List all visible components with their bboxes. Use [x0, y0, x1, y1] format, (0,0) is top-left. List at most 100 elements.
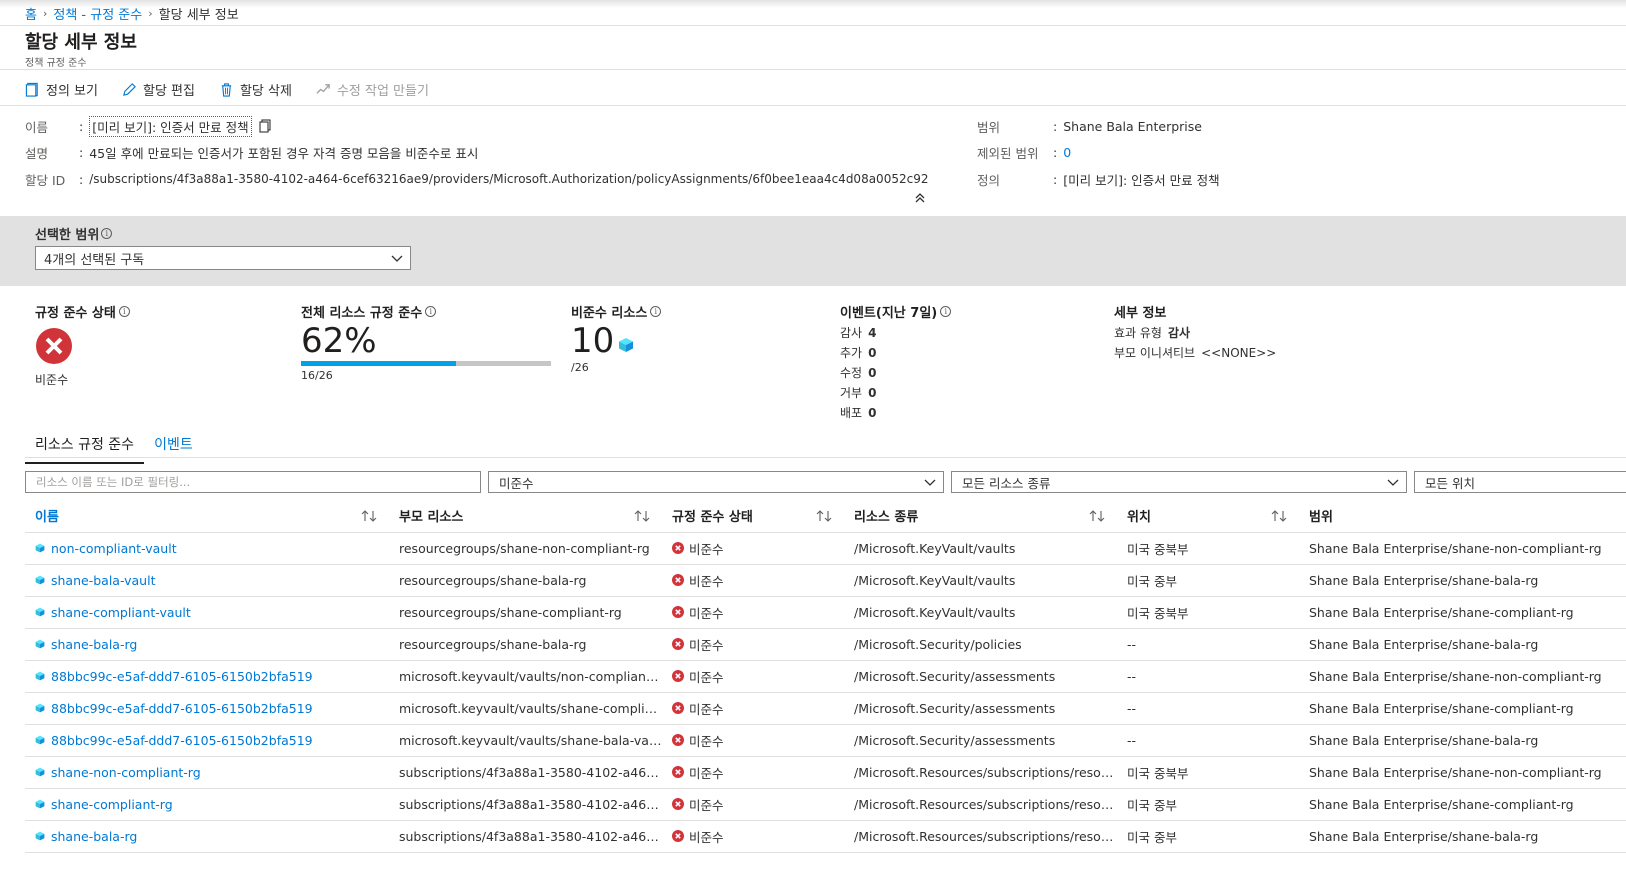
remediation-icon: [316, 83, 330, 94]
cell-state: 비준수: [662, 564, 844, 597]
resource-link[interactable]: 88bbc99c-e5af-ddd7-6105-6150b2bfa519: [35, 701, 389, 716]
table-row[interactable]: shane-bala-rg subscriptions/4f3a88a1-3580…: [25, 820, 1626, 853]
resource-link[interactable]: shane-compliant-rg: [35, 797, 389, 812]
column-header-state[interactable]: 규정 준수 상태: [662, 500, 844, 533]
cell-location: --: [1117, 724, 1299, 757]
event-label: 거부: [840, 386, 863, 400]
table-row[interactable]: 88bbc99c-e5af-ddd7-6105-6150b2bfa519 micr…: [25, 692, 1626, 725]
events-list: 감사 4 추가 0 수정 0 거부 0 배포 0: [840, 323, 951, 423]
table-row[interactable]: shane-non-compliant-rg subscriptions/4f3a…: [25, 756, 1626, 789]
overall-compliance-title: 전체 리소스 규정 준수 i: [301, 302, 551, 321]
table-row[interactable]: 88bbc99c-e5af-ddd7-6105-6150b2bfa519 micr…: [25, 660, 1626, 693]
resource-link[interactable]: shane-bala-rg: [35, 637, 389, 652]
resource-filter-input[interactable]: 리소스 이름 또는 ID로 필터링...: [25, 471, 481, 493]
resource-cube-icon: [35, 575, 45, 585]
cell-name: 88bbc99c-e5af-ddd7-6105-6150b2bfa519: [25, 660, 389, 693]
column-header-type[interactable]: 리소스 종류: [844, 500, 1117, 533]
column-header-location[interactable]: 위치: [1117, 500, 1299, 533]
resource-link[interactable]: shane-non-compliant-rg: [35, 765, 389, 780]
info-icon[interactable]: i: [118, 306, 130, 317]
cell-type: /Microsoft.KeyVault/vaults: [844, 564, 1117, 597]
error-icon: [672, 734, 684, 746]
breadcrumb-policy-compliance[interactable]: 정책 - 규정 준수: [53, 4, 142, 23]
cell-parent: subscriptions/4f3a88a1-3580-4102-a464-6c…: [389, 820, 662, 853]
copy-icon[interactable]: [258, 119, 272, 133]
excluded-scopes-link[interactable]: 0: [1063, 145, 1071, 160]
table-row[interactable]: shane-bala-vault resourcegroups/shane-bal…: [25, 564, 1626, 597]
column-header-parent[interactable]: 부모 리소스: [389, 500, 662, 533]
info-icon[interactable]: i: [940, 306, 952, 317]
collapse-chevron-icon[interactable]: [913, 192, 927, 204]
breadcrumb-home[interactable]: 홈: [25, 4, 37, 23]
assignment-name-value[interactable]: [미리 보기]: 인증서 만료 정책: [89, 115, 252, 137]
resource-link[interactable]: non-compliant-vault: [35, 541, 389, 556]
cell-name: shane-bala-vault: [25, 564, 389, 597]
compliance-status-text: 미준수: [689, 765, 724, 781]
cell-location: 미국 중북부: [1117, 756, 1299, 789]
tab-events[interactable]: 이벤트: [144, 430, 203, 464]
edit-assignment-button[interactable]: 할당 편집: [122, 80, 195, 99]
resource-name: shane-non-compliant-rg: [51, 764, 201, 780]
location-filter[interactable]: 모든 위치: [1414, 471, 1626, 493]
info-icon[interactable]: i: [425, 306, 437, 317]
scope-dropdown-value: 4개의 선택된 구독: [44, 252, 145, 268]
table-body: non-compliant-vault resourcegroups/shane-…: [25, 532, 1626, 853]
event-modify-row: 수정 0: [840, 363, 951, 383]
cell-type: /Microsoft.Resources/subscriptions/resou…: [844, 788, 1117, 821]
sort-icon[interactable]: [1271, 509, 1287, 523]
colon: :: [1053, 144, 1058, 160]
compliance-progress-fill: [301, 361, 456, 366]
cell-parent: resourcegroups/shane-bala-rg: [389, 628, 662, 661]
cell-state: 미준수: [662, 788, 844, 821]
effect-type-row: 효과 유형 감사: [1114, 323, 1276, 343]
sort-icon[interactable]: [816, 509, 832, 523]
column-header-scope[interactable]: 범위: [1299, 500, 1626, 533]
breadcrumb: 홈 › 정책 - 규정 준수 › 할당 세부 정보: [25, 4, 239, 23]
create-remediation-button[interactable]: 수정 작업 만들기: [316, 80, 429, 99]
sort-icon[interactable]: [1089, 509, 1105, 523]
resource-link[interactable]: 88bbc99c-e5af-ddd7-6105-6150b2bfa519: [35, 733, 389, 748]
table-row[interactable]: shane-compliant-vault resourcegroups/shan…: [25, 596, 1626, 629]
cell-name: 88bbc99c-e5af-ddd7-6105-6150b2bfa519: [25, 724, 389, 757]
info-icon[interactable]: i: [650, 306, 662, 317]
sort-icon[interactable]: [634, 509, 650, 523]
resource-name: shane-compliant-rg: [51, 796, 173, 812]
cell-type: /Microsoft.KeyVault/vaults: [844, 532, 1117, 565]
error-icon: [672, 542, 684, 554]
scope-dropdown[interactable]: 4개의 선택된 구독: [35, 246, 411, 270]
table-row[interactable]: shane-bala-rg resourcegroups/shane-bala-r…: [25, 628, 1626, 661]
resource-cube-icon: [35, 639, 45, 649]
resource-type-filter[interactable]: 모든 리소스 종류: [951, 471, 1407, 493]
cell-name: non-compliant-vault: [25, 532, 389, 565]
delete-assignment-button[interactable]: 할당 삭제: [219, 80, 292, 99]
table-row[interactable]: non-compliant-vault resourcegroups/shane-…: [25, 532, 1626, 565]
resource-link[interactable]: shane-bala-vault: [35, 573, 389, 588]
chevron-right-icon: ›: [148, 6, 153, 20]
overall-compliance-title-text: 전체 리소스 규정 준수: [301, 306, 423, 321]
compliance-status: 비준수: [672, 571, 844, 590]
compliance-status-text: 미준수: [689, 669, 724, 685]
resource-name: shane-bala-rg: [51, 828, 138, 844]
tab-resource-compliance[interactable]: 리소스 규정 준수: [25, 430, 145, 464]
sort-icon[interactable]: [361, 509, 377, 523]
info-icon[interactable]: i: [101, 228, 113, 239]
parent-initiative-label: 부모 이니셔티브: [1114, 346, 1196, 360]
cell-parent: resourcegroups/shane-compliant-rg: [389, 596, 662, 629]
cell-location: --: [1117, 692, 1299, 725]
compliance-status: 미준수: [672, 795, 844, 814]
view-definition-button[interactable]: 정의 보기: [25, 80, 98, 99]
table-row[interactable]: shane-compliant-rg subscriptions/4f3a88a1…: [25, 788, 1626, 821]
column-header-location-text: 위치: [1127, 510, 1151, 526]
cell-scope: Shane Bala Enterprise/shane-bala-rg: [1299, 564, 1626, 597]
table-row[interactable]: 88bbc99c-e5af-ddd7-6105-6150b2bfa519 micr…: [25, 724, 1626, 757]
resource-link[interactable]: 88bbc99c-e5af-ddd7-6105-6150b2bfa519: [35, 669, 389, 684]
resource-link[interactable]: shane-bala-rg: [35, 829, 389, 844]
column-header-name[interactable]: 이름: [25, 500, 389, 533]
resource-link[interactable]: shane-compliant-vault: [35, 605, 389, 620]
cell-scope: Shane Bala Enterprise/shane-bala-rg: [1299, 724, 1626, 757]
compliance-state-filter[interactable]: 미준수: [488, 471, 944, 493]
compliance-status-text: 비준수: [689, 573, 724, 589]
compliance-status-text: 미준수: [689, 797, 724, 813]
noncompliant-total: /26: [571, 361, 589, 374]
cell-name: shane-bala-rg: [25, 628, 389, 661]
